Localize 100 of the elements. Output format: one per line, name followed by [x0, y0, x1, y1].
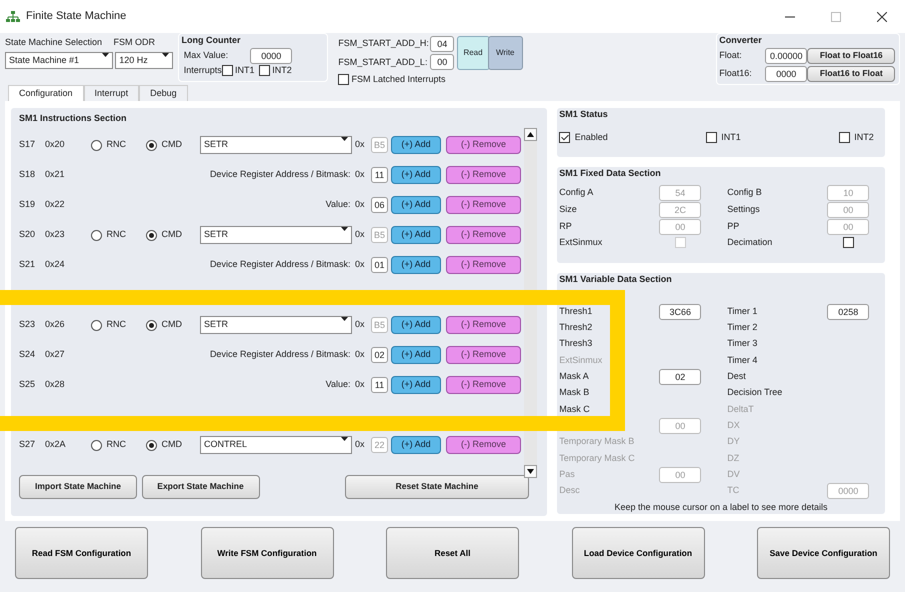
- add-button[interactable]: (+) Add: [391, 436, 441, 454]
- add-button[interactable]: (+) Add: [391, 256, 441, 274]
- field-label: Temporary Mask B: [559, 435, 634, 448]
- hex-field[interactable]: 11: [371, 167, 388, 183]
- caret-icon: [341, 437, 348, 442]
- action-button[interactable]: Reset All: [386, 527, 519, 579]
- field-label: Size: [559, 203, 578, 216]
- address-field[interactable]: 04: [430, 36, 454, 52]
- hex-prefix: 0x: [355, 198, 366, 212]
- add-button[interactable]: (+) Add: [391, 376, 441, 394]
- write-button[interactable]: Write: [488, 36, 523, 70]
- checkbox[interactable]: [222, 64, 233, 76]
- hex-field[interactable]: 11: [371, 377, 388, 393]
- remove-button[interactable]: (-) Remove: [446, 166, 521, 184]
- checkbox[interactable]: [338, 74, 350, 85]
- checkbox[interactable]: [559, 132, 570, 143]
- data-field[interactable]: 02: [659, 368, 702, 385]
- remove-button[interactable]: (-) Remove: [446, 196, 521, 214]
- section-title: SM1 Instructions Section: [19, 112, 128, 125]
- command-dropdown[interactable]: SETR: [200, 226, 352, 244]
- checkbox-label: INT1: [235, 64, 255, 76]
- convert-button[interactable]: Float to Float16: [807, 48, 896, 64]
- parameter-label: Value:: [324, 198, 352, 212]
- read-button[interactable]: Read: [456, 36, 490, 70]
- remove-button[interactable]: (-) Remove: [446, 436, 521, 454]
- field-label: FSM_START_ADD_H:: [338, 37, 430, 50]
- radio-button[interactable]: [146, 230, 157, 240]
- remove-button[interactable]: (-) Remove: [446, 226, 521, 244]
- group-title: Converter: [719, 34, 763, 47]
- field-label: DV: [727, 468, 740, 481]
- state-machine-dropdown[interactable]: State Machine #1: [5, 52, 113, 69]
- tab[interactable]: Debug: [139, 85, 188, 101]
- field-label: DZ: [727, 452, 740, 465]
- action-button[interactable]: Load Device Configuration: [572, 527, 704, 579]
- command-dropdown[interactable]: SETR: [200, 136, 352, 154]
- section-title: SM1 Fixed Data Section: [559, 166, 662, 180]
- checkbox-label: INT1: [721, 130, 741, 144]
- add-button[interactable]: (+) Add: [391, 196, 441, 214]
- data-field: 10: [827, 184, 870, 201]
- address-label: 0x2A: [45, 438, 67, 452]
- hex-field[interactable]: 06: [371, 197, 388, 213]
- action-button[interactable]: Read FSM Configuration: [15, 527, 148, 579]
- add-button[interactable]: (+) Add: [391, 166, 441, 184]
- remove-button[interactable]: (-) Remove: [446, 136, 521, 154]
- command-dropdown[interactable]: CONTREL: [200, 436, 352, 454]
- float-field[interactable]: 0.00000: [765, 48, 808, 64]
- section-title: SM1 Status: [559, 108, 609, 121]
- remove-button[interactable]: (-) Remove: [446, 376, 521, 394]
- add-button[interactable]: (+) Add: [391, 346, 441, 364]
- field-label: Interrupts: [184, 64, 222, 77]
- max-value-field[interactable]: 0000: [250, 48, 292, 64]
- scroll-up-icon: [527, 132, 534, 137]
- remove-button[interactable]: (-) Remove: [446, 256, 521, 274]
- action-button[interactable]: Reset State Machine: [345, 474, 529, 498]
- data-field: 00: [659, 418, 702, 434]
- address-field[interactable]: 00: [430, 54, 454, 70]
- add-button[interactable]: (+) Add: [391, 136, 441, 154]
- radio-button[interactable]: [146, 140, 157, 150]
- radio-label: RNC: [106, 438, 126, 452]
- field-label: Timer 1: [727, 304, 758, 318]
- float-field[interactable]: 0000: [765, 66, 808, 82]
- checkbox[interactable]: [838, 132, 850, 143]
- action-button[interactable]: Write FSM Configuration: [200, 527, 334, 579]
- command-dropdown[interactable]: SETR: [200, 316, 352, 334]
- data-field[interactable]: 0258: [827, 304, 870, 320]
- add-button[interactable]: (+) Add: [391, 226, 441, 244]
- step-label: S19: [19, 198, 36, 212]
- convert-button[interactable]: Float16 to Float: [807, 66, 896, 82]
- checkbox[interactable]: [842, 237, 854, 248]
- action-button[interactable]: Import State Machine: [19, 474, 137, 498]
- radio-button[interactable]: [91, 440, 102, 450]
- hex-prefix: 0x: [355, 228, 366, 242]
- radio-button[interactable]: [91, 230, 102, 240]
- odr-dropdown[interactable]: 120 Hz: [115, 52, 174, 69]
- add-button[interactable]: (+) Add: [391, 316, 441, 334]
- step-label: S21: [19, 258, 36, 272]
- remove-button[interactable]: (-) Remove: [446, 346, 521, 364]
- radio-label: RNC: [106, 228, 126, 242]
- radio-label: CMD: [162, 438, 182, 452]
- data-field[interactable]: 3C66: [659, 304, 702, 320]
- checkbox[interactable]: [706, 132, 717, 143]
- action-button[interactable]: Save Device Configuration: [757, 527, 890, 579]
- parameter-label: Device Register Address / Bitmask:: [208, 258, 352, 272]
- action-button[interactable]: Export State Machine: [142, 474, 260, 498]
- tab[interactable]: Interrupt: [84, 85, 140, 101]
- hex-prefix: 0x: [355, 138, 366, 152]
- radio-button[interactable]: [146, 440, 157, 450]
- radio-button[interactable]: [146, 320, 157, 330]
- checkbox[interactable]: [259, 64, 270, 76]
- caret-icon: [341, 227, 348, 232]
- hex-field[interactable]: 01: [371, 257, 388, 273]
- radio-button[interactable]: [91, 140, 102, 150]
- hex-prefix: 0x: [355, 318, 366, 332]
- field-label: State Machine Selection: [5, 36, 104, 49]
- address-label: 0x24: [45, 258, 66, 272]
- remove-button[interactable]: (-) Remove: [446, 316, 521, 334]
- field-label: Mask A: [559, 370, 589, 384]
- radio-button[interactable]: [91, 320, 102, 330]
- hex-field[interactable]: 02: [371, 347, 388, 363]
- tab[interactable]: Configuration: [8, 85, 84, 101]
